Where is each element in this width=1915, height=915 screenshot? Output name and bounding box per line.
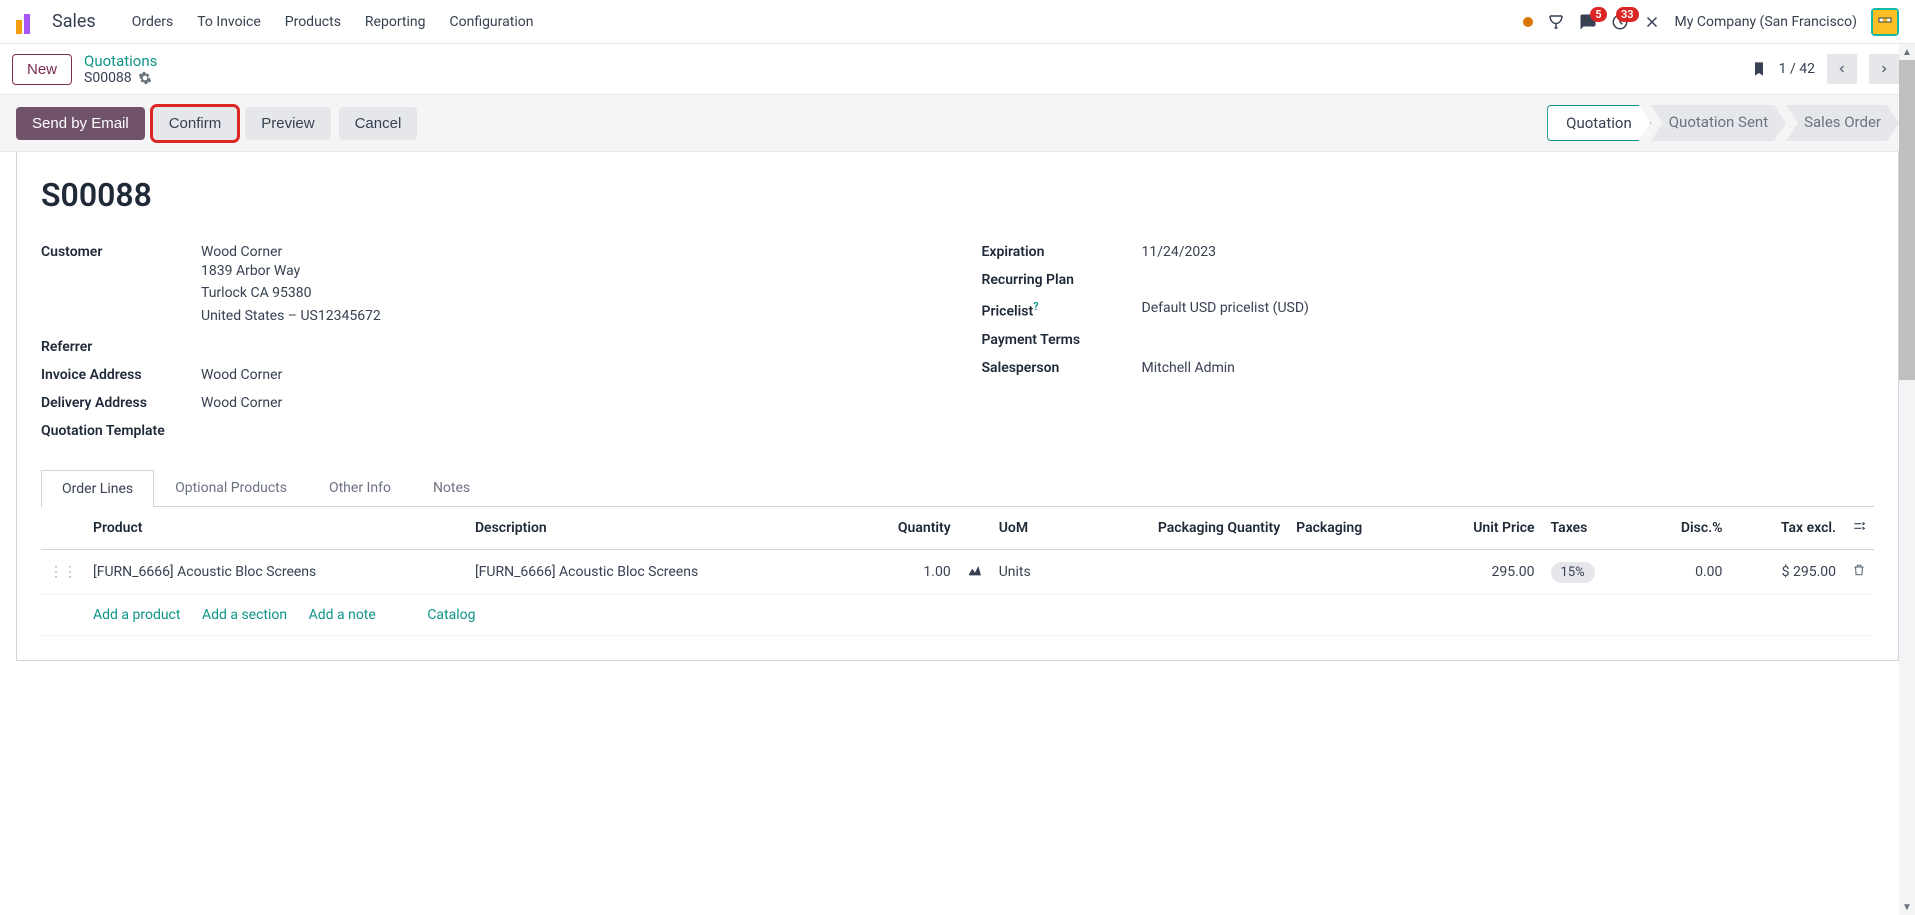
cancel-button[interactable]: Cancel bbox=[339, 107, 418, 140]
invoice-address-value[interactable]: Wood Corner bbox=[201, 367, 934, 383]
status-dot-icon[interactable] bbox=[1523, 17, 1533, 27]
phone-icon[interactable] bbox=[1547, 13, 1565, 31]
pricelist-value[interactable]: Default USD pricelist (USD) bbox=[1142, 300, 1875, 316]
confirm-button[interactable]: Confirm bbox=[153, 107, 238, 140]
cell-quantity[interactable]: 1.00 bbox=[849, 550, 959, 595]
drag-handle-icon[interactable]: ⋮⋮ bbox=[49, 564, 77, 580]
nav-reporting[interactable]: Reporting bbox=[353, 6, 438, 38]
expiration-value[interactable]: 11/24/2023 bbox=[1142, 244, 1875, 260]
help-icon[interactable]: ? bbox=[1033, 300, 1038, 313]
recurring-plan-label: Recurring Plan bbox=[982, 272, 1142, 288]
control-panel: New Quotations S00088 1 / 42 bbox=[0, 44, 1915, 94]
table-row[interactable]: ⋮⋮ [FURN_6666] Acoustic Bloc Screens [FU… bbox=[41, 550, 1874, 595]
salesperson-label: Salesperson bbox=[982, 360, 1142, 376]
new-button[interactable]: New bbox=[12, 54, 72, 85]
breadcrumb-current: S00088 bbox=[84, 70, 132, 86]
salesperson-value[interactable]: Mitchell Admin bbox=[1142, 360, 1875, 376]
cell-taxes[interactable]: 15% bbox=[1551, 562, 1595, 583]
customer-label: Customer bbox=[41, 244, 201, 260]
col-uom[interactable]: UoM bbox=[991, 507, 1068, 550]
add-section-link[interactable]: Add a section bbox=[202, 607, 287, 623]
tab-notes[interactable]: Notes bbox=[412, 469, 491, 506]
invoice-address-label: Invoice Address bbox=[41, 367, 201, 383]
forecast-icon[interactable] bbox=[967, 562, 983, 578]
tab-other-info[interactable]: Other Info bbox=[308, 469, 412, 506]
catalog-link[interactable]: Catalog bbox=[427, 607, 475, 623]
delivery-address-value[interactable]: Wood Corner bbox=[201, 395, 934, 411]
cell-disc[interactable]: 0.00 bbox=[1639, 550, 1731, 595]
bookmark-icon[interactable] bbox=[1751, 59, 1767, 79]
pager-prev-button[interactable] bbox=[1827, 54, 1857, 84]
referrer-label: Referrer bbox=[41, 339, 201, 355]
activities-badge: 33 bbox=[1616, 7, 1639, 22]
customer-value[interactable]: Wood Corner 1839 Arbor Way Turlock CA 95… bbox=[201, 244, 934, 327]
cell-unit-price[interactable]: 295.00 bbox=[1419, 550, 1542, 595]
col-unit-price[interactable]: Unit Price bbox=[1419, 507, 1542, 550]
nav-to-invoice[interactable]: To Invoice bbox=[185, 6, 273, 38]
cell-uom[interactable]: Units bbox=[991, 550, 1068, 595]
col-description[interactable]: Description bbox=[467, 507, 849, 550]
nav-orders[interactable]: Orders bbox=[120, 6, 186, 38]
nav-configuration[interactable]: Configuration bbox=[437, 6, 545, 38]
user-avatar[interactable] bbox=[1871, 8, 1899, 36]
messages-icon[interactable]: 5 bbox=[1579, 13, 1597, 31]
tab-order-lines[interactable]: Order Lines bbox=[41, 470, 154, 507]
col-quantity[interactable]: Quantity bbox=[849, 507, 959, 550]
cell-packaging[interactable] bbox=[1288, 550, 1419, 595]
status-bar: Send by Email Confirm Preview Cancel Quo… bbox=[0, 94, 1915, 152]
expiration-label: Expiration bbox=[982, 244, 1142, 260]
add-note-link[interactable]: Add a note bbox=[309, 607, 376, 623]
vertical-scrollbar[interactable]: ▲ ▼ bbox=[1899, 44, 1915, 915]
preview-button[interactable]: Preview bbox=[245, 107, 330, 140]
pricelist-label: Pricelist? bbox=[982, 300, 1142, 320]
col-disc[interactable]: Disc.% bbox=[1639, 507, 1731, 550]
status-sales-order[interactable]: Sales Order bbox=[1786, 105, 1899, 141]
form-sheet: S00088 Customer Wood Corner 1839 Arbor W… bbox=[16, 152, 1899, 661]
breadcrumb-quotations[interactable]: Quotations bbox=[84, 52, 157, 70]
col-product[interactable]: Product bbox=[85, 507, 467, 550]
cell-pack-qty[interactable] bbox=[1067, 550, 1288, 595]
tab-optional-products[interactable]: Optional Products bbox=[154, 469, 308, 506]
gear-icon[interactable] bbox=[138, 71, 152, 85]
col-taxes[interactable]: Taxes bbox=[1543, 507, 1639, 550]
pager-count[interactable]: 1 / 42 bbox=[1779, 61, 1815, 77]
company-selector[interactable]: My Company (San Francisco) bbox=[1675, 14, 1857, 30]
nav-products[interactable]: Products bbox=[273, 6, 353, 38]
payment-terms-label: Payment Terms bbox=[982, 332, 1142, 348]
status-quotation-sent[interactable]: Quotation Sent bbox=[1651, 105, 1786, 141]
messages-badge: 5 bbox=[1590, 7, 1606, 22]
add-product-link[interactable]: Add a product bbox=[93, 607, 180, 623]
delivery-address-label: Delivery Address bbox=[41, 395, 201, 411]
activities-icon[interactable]: 33 bbox=[1611, 13, 1629, 31]
app-name[interactable]: Sales bbox=[52, 11, 96, 32]
quotation-template-label: Quotation Template bbox=[41, 423, 201, 439]
cell-description[interactable]: [FURN_6666] Acoustic Bloc Screens bbox=[467, 550, 849, 595]
cell-product[interactable]: [FURN_6666] Acoustic Bloc Screens bbox=[85, 550, 467, 595]
tabs: Order Lines Optional Products Other Info… bbox=[41, 469, 1874, 507]
order-lines-table: Product Description Quantity UoM Packagi… bbox=[41, 507, 1874, 636]
record-title: S00088 bbox=[41, 176, 1874, 214]
status-quotation[interactable]: Quotation bbox=[1547, 105, 1651, 141]
col-packaging-qty[interactable]: Packaging Quantity bbox=[1067, 507, 1288, 550]
top-nav: Sales Orders To Invoice Products Reporti… bbox=[0, 0, 1915, 44]
delete-row-icon[interactable] bbox=[1852, 565, 1866, 581]
send-by-email-button[interactable]: Send by Email bbox=[16, 107, 145, 140]
pager-next-button[interactable] bbox=[1869, 54, 1899, 84]
tools-icon[interactable] bbox=[1643, 13, 1661, 31]
col-tax-excl[interactable]: Tax excl. bbox=[1730, 507, 1844, 550]
adjust-columns-icon[interactable] bbox=[1852, 519, 1866, 533]
app-logo-icon[interactable] bbox=[16, 10, 40, 34]
cell-tax-excl: $ 295.00 bbox=[1730, 550, 1844, 595]
col-packaging[interactable]: Packaging bbox=[1288, 507, 1419, 550]
